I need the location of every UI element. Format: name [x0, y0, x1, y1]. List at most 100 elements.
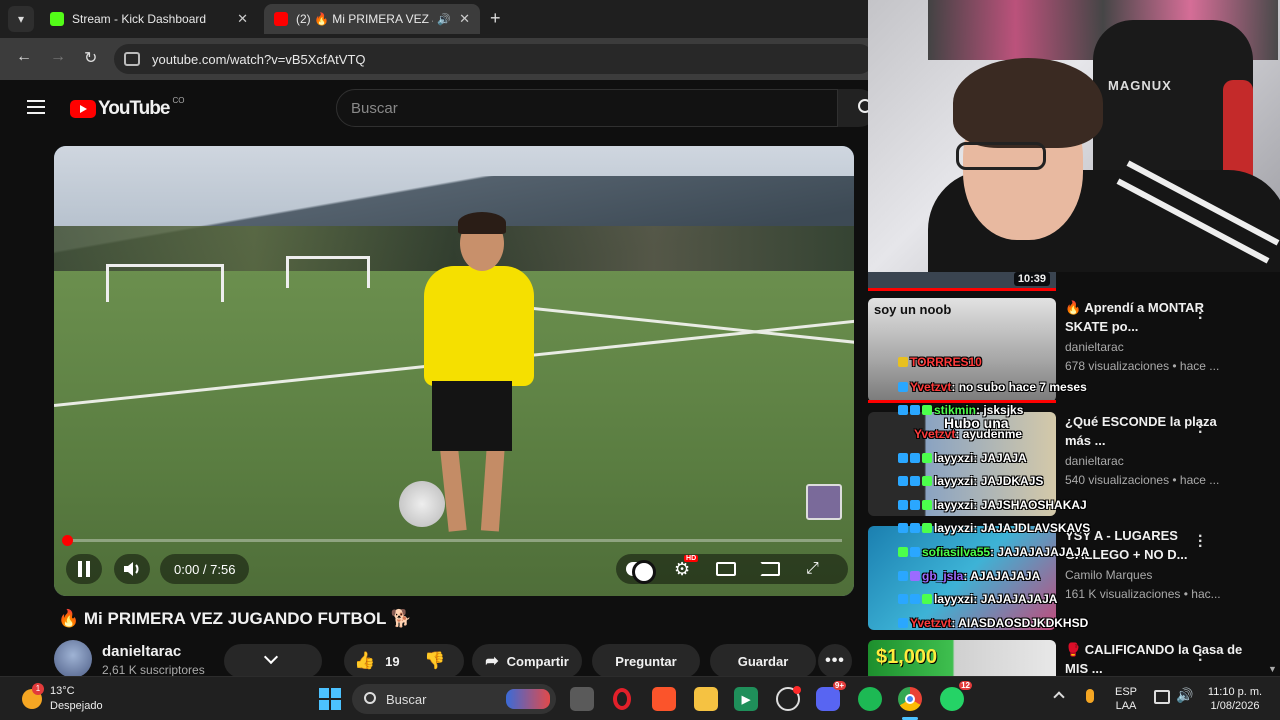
rec-title[interactable]: YSY A - LUGARES GALLEGO + NO D...: [1065, 526, 1245, 564]
microphone-icon[interactable]: [1086, 689, 1094, 703]
search-placeholder: Buscar: [351, 99, 398, 117]
save-label: Guardar: [737, 653, 789, 669]
taskbar-search[interactable]: Buscar: [352, 684, 556, 714]
tab-youtube-video[interactable]: (2) 🔥 Mi PRIMERA VEZ JUG 🔊 ✕: [264, 4, 480, 34]
thumbnail-text: soy un noob: [874, 302, 952, 317]
spotify-icon[interactable]: [858, 687, 882, 711]
autoplay-toggle[interactable]: [626, 560, 656, 584]
rec-channel[interactable]: Camilo Marques: [1065, 568, 1152, 582]
chat-badge-icon: [898, 618, 908, 628]
chat-badge-icon: [922, 476, 932, 486]
more-vertical-icon[interactable]: · · ·: [1198, 643, 1203, 669]
subscribe-dropdown-button[interactable]: [224, 644, 322, 678]
chat-text: : AIASDAOSDJKDKHSD: [951, 616, 1089, 630]
video-frame-goal: [106, 264, 224, 302]
tray-chevron-up-icon[interactable]: [1053, 691, 1065, 703]
discord-icon[interactable]: 9+: [816, 681, 846, 711]
site-info-icon[interactable]: [124, 52, 140, 66]
clock[interactable]: 11:10 p. m. 1/08/2026: [1200, 685, 1270, 713]
browser-toolbar: ← → ↻ youtube.com/watch?v=vB5XcfAtVTQ: [0, 38, 874, 80]
obs-icon[interactable]: [776, 686, 801, 711]
share-icon: ➦: [485, 653, 499, 670]
whatsapp-icon[interactable]: 12: [940, 681, 972, 711]
tab-kick-dashboard[interactable]: Stream - Kick Dashboard ✕: [40, 4, 258, 34]
chat-message: gb_jsla : AJAJAJAJA: [898, 569, 1040, 583]
forward-arrow-icon[interactable]: →: [50, 48, 66, 66]
rec-title[interactable]: 🔥 Aprendí a MONTAR SKATE po...: [1065, 298, 1245, 336]
youtube-logo[interactable]: YouTube CO: [70, 95, 185, 120]
new-tab-icon[interactable]: +: [490, 8, 501, 29]
speaker-icon[interactable]: 🔊: [437, 13, 451, 26]
more-vertical-icon[interactable]: · · ·: [1198, 415, 1203, 441]
ask-button[interactable]: Preguntar: [592, 644, 700, 678]
pause-button[interactable]: [66, 554, 102, 584]
brave-icon[interactable]: [652, 687, 676, 711]
menu-icon[interactable]: [27, 100, 45, 118]
settings-gear-icon[interactable]: ⚙ HD: [674, 554, 699, 580]
chat-user: layyxzi: [934, 474, 974, 488]
search-input[interactable]: Buscar: [336, 89, 838, 127]
player-settings-group: ⚙ HD ⤢: [616, 554, 848, 584]
chat-text: : JAJAJAJAJAJA: [990, 545, 1090, 559]
back-arrow-icon[interactable]: ←: [16, 48, 32, 66]
chat-user: layyxzi: [934, 521, 974, 535]
tab-title: (2) 🔥 Mi PRIMERA VEZ JUG: [296, 12, 433, 26]
file-explorer-icon[interactable]: [694, 687, 718, 711]
country-code: CO: [172, 95, 185, 105]
weather-widget[interactable]: 1 13°C Despejado: [20, 683, 110, 715]
chat-user: layyxzi: [934, 451, 974, 465]
weather-alert-badge: 1: [32, 683, 44, 695]
webcam-hair: [953, 58, 1103, 148]
youtube-play-icon: [70, 100, 96, 118]
chat-badge-icon: [898, 453, 908, 463]
channel-name[interactable]: danieltarac: [102, 643, 181, 660]
chat-user: layyxzi: [934, 498, 974, 512]
volume-icon: [124, 562, 139, 576]
fullscreen-icon[interactable]: ⤢: [806, 560, 819, 578]
clock-date: 1/08/2026: [1210, 700, 1260, 712]
rec-title[interactable]: 🥊 CALIFICANDO la Casa de MIS ...: [1065, 640, 1245, 678]
close-tab-icon[interactable]: ✕: [237, 11, 248, 27]
task-view-icon[interactable]: [570, 687, 594, 711]
app-green-icon[interactable]: ▶: [734, 687, 758, 711]
save-button[interactable]: Guardar: [710, 644, 816, 678]
chat-text: : AJAJAJAJA: [963, 569, 1041, 583]
progress-scrubber[interactable]: [62, 535, 73, 546]
more-vertical-icon[interactable]: · · ·: [1198, 301, 1203, 327]
chat-badge-icon: [898, 382, 908, 392]
video-player[interactable]: 0:00 / 7:56 ⚙ HD ⤢: [54, 146, 854, 596]
duration-badge: 10:39: [1013, 272, 1050, 286]
language-indicator[interactable]: ESP LAA: [1110, 685, 1142, 713]
network-icon[interactable]: [1154, 690, 1170, 704]
weather-desc: Despejado: [50, 700, 103, 712]
chat-badge-icon: [898, 405, 908, 415]
channel-avatar[interactable]: [54, 640, 92, 678]
opera-icon[interactable]: [610, 687, 634, 711]
share-button[interactable]: ➦ Compartir: [472, 644, 582, 678]
video-progress-bar[interactable]: [66, 539, 842, 542]
more-actions-button[interactable]: •••: [818, 644, 852, 678]
speaker-icon[interactable]: 🔊: [1176, 687, 1193, 704]
video-thumbnail[interactable]: $1,000: [868, 640, 1056, 676]
chat-badge-icon: [922, 453, 932, 463]
windows-start-icon[interactable]: [318, 687, 342, 711]
reload-icon[interactable]: ↻: [84, 48, 97, 68]
url-text: youtube.com/watch?v=vB5XcfAtVTQ: [152, 51, 366, 67]
thumbs-down-icon: 👎: [424, 651, 446, 670]
scroll-down-arrow-icon[interactable]: ▼: [1268, 664, 1277, 674]
rec-channel[interactable]: danieltarac: [1065, 340, 1124, 354]
cast-icon[interactable]: [760, 562, 780, 576]
theater-mode-icon[interactable]: [716, 562, 736, 576]
rec-channel[interactable]: danieltarac: [1065, 454, 1124, 468]
address-bar[interactable]: youtube.com/watch?v=vB5XcfAtVTQ: [114, 44, 874, 74]
channel-watermark[interactable]: [806, 484, 842, 520]
more-vertical-icon[interactable]: · · ·: [1198, 529, 1203, 555]
like-button[interactable]: 👍 19: [354, 651, 400, 671]
time-display: 0:00 / 7:56: [160, 554, 250, 584]
tab-search-dropdown-icon[interactable]: ▾: [8, 6, 34, 32]
volume-button[interactable]: [114, 554, 150, 584]
dislike-button[interactable]: 👎: [424, 651, 445, 671]
chrome-icon[interactable]: [898, 687, 922, 711]
close-tab-icon[interactable]: ✕: [459, 11, 470, 27]
rec-title[interactable]: ¿Qué ESCONDE la plaza más ...: [1065, 412, 1245, 450]
